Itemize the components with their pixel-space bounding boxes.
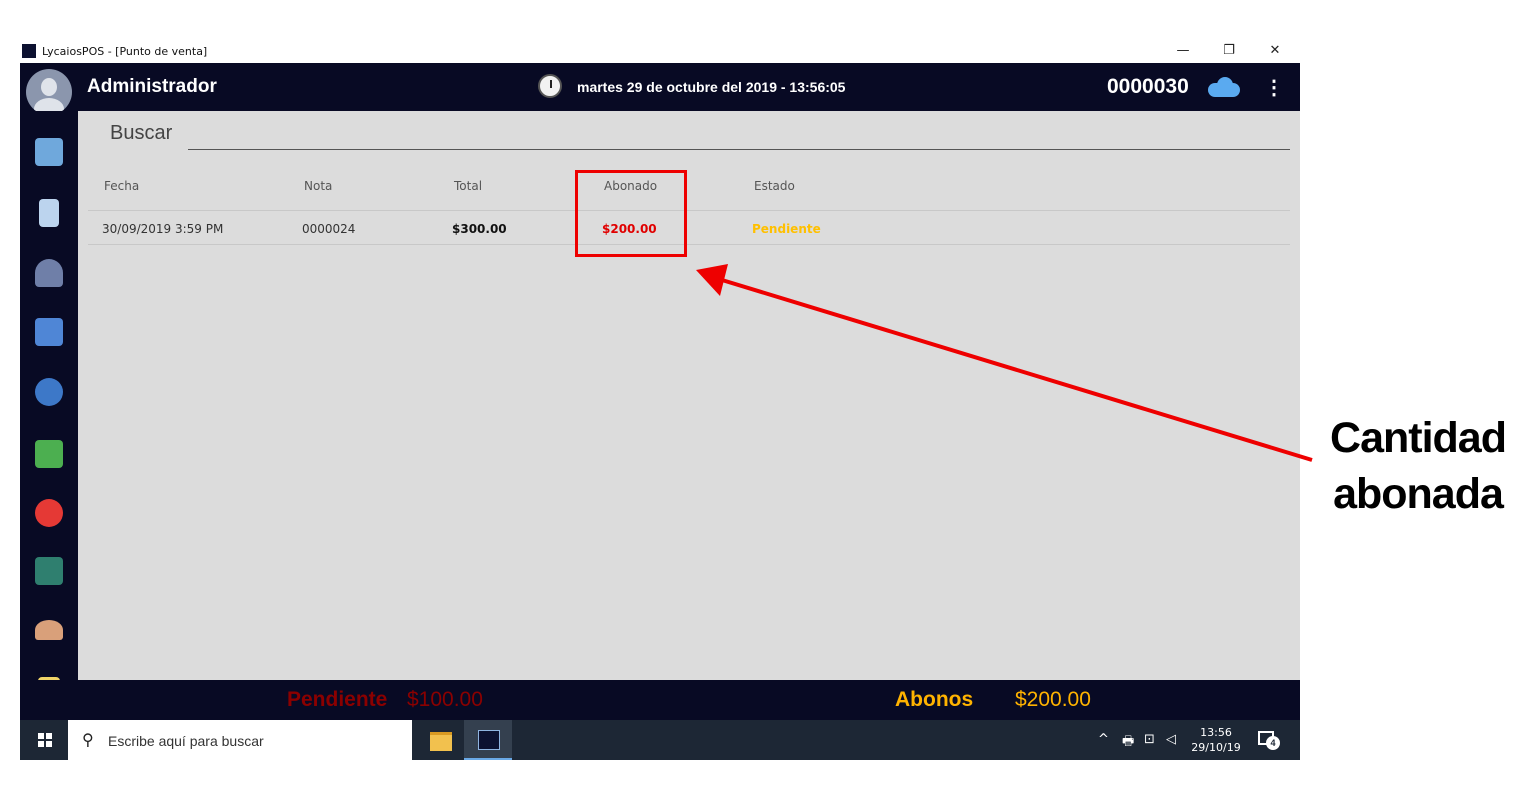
annotation-line-1: Cantidad [1330, 414, 1507, 462]
annotation-label: Cantidad abonada [1318, 410, 1518, 522]
annotation-line-2: abonada [1333, 470, 1504, 518]
annotation-arrow [696, 264, 1313, 462]
